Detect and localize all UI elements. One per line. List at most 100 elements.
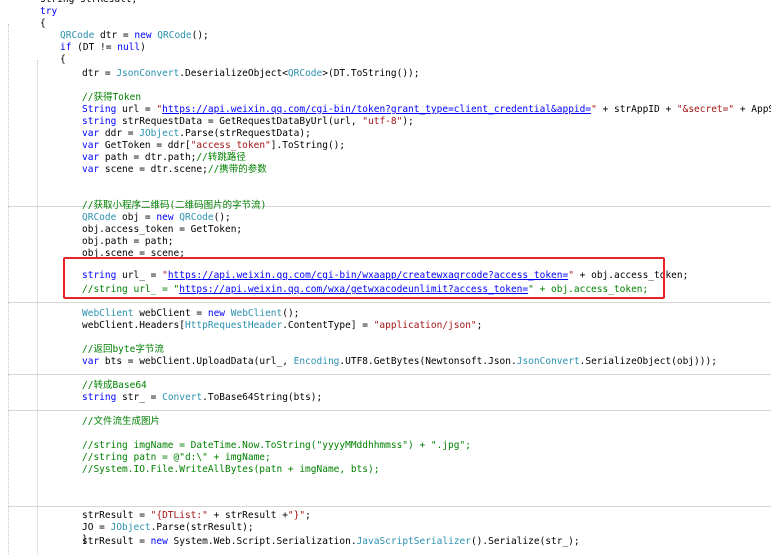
code-line: JO = JObject.Parse(strResult); (82, 522, 254, 534)
code-token: strResult = (82, 536, 151, 547)
code-token: scene = dtr.scene; (99, 164, 208, 175)
code-token: "utf-8" (362, 116, 403, 127)
code-line: var scene = dtr.scene;//携带的参数 (82, 164, 267, 176)
code-token: str_ = (116, 392, 163, 403)
code-token: //转成Base64 (82, 380, 147, 391)
code-token: //转跳路径 (196, 152, 246, 163)
code-token: //携带的参数 (207, 164, 267, 175)
code-line: //string patn = @"d:\" + imgName; (82, 452, 271, 464)
code-token: string (82, 116, 117, 127)
code-token: "{DTList:" (150, 510, 208, 521)
code-token: null (117, 42, 141, 53)
code-line: //文件流生成图片 (82, 416, 160, 428)
code-token: new (207, 308, 226, 319)
code-token: .ToBase64String(bts); (202, 392, 323, 403)
code-token: obj.path = path; (82, 236, 174, 247)
code-line: obj.path = path; (82, 236, 174, 248)
code-separator (8, 302, 771, 303)
code-token: JsonConvert (116, 68, 180, 79)
code-token: strResult = (82, 510, 151, 521)
code-token: HttpRequestHeader (184, 320, 283, 331)
code-token: url = (116, 104, 157, 115)
code-token: var (82, 128, 100, 139)
code-token: JObject (139, 128, 180, 139)
code-token: ddr = (99, 128, 140, 139)
code-token: try (40, 6, 58, 17)
code-token: Encoding (293, 356, 340, 367)
code-token: string strResult; (40, 0, 137, 5)
code-token: + strAppID + (596, 104, 677, 115)
code-line: var path = dtr.path;//转跳路径 (82, 152, 246, 164)
code-line: //string imgName = DateTime.Now.ToString… (82, 440, 471, 452)
code-token: "&secret=" (676, 104, 735, 115)
code-line: QRCode obj = new QRCode(); (82, 212, 231, 224)
annotation-highlight-box (63, 257, 665, 299)
code-token: WebClient (82, 308, 134, 319)
code-token: .Parse(strResult); (150, 522, 254, 533)
code-token: JavaScriptSerializer (356, 536, 471, 547)
code-token: WebClient (230, 308, 283, 319)
code-token: String (82, 104, 117, 115)
code-line: String url = "https://api.weixin.qq.com/… (82, 104, 771, 116)
code-token: var (82, 164, 100, 175)
code-line: webClient.Headers[HttpRequestHeader.Cont… (82, 320, 482, 332)
code-token: QRCode (287, 68, 323, 79)
code-token: "access_token" (190, 140, 271, 151)
code-token: strRequestData = GetRequestDataByUrl(url… (116, 116, 363, 127)
code-token: //string patn = @"d:\" + imgName; (82, 452, 271, 463)
code-line: string str_ = Convert.ToBase64String(bts… (82, 392, 322, 404)
code-line: try (40, 6, 57, 18)
code-token: path = dtr.path; (99, 152, 197, 163)
code-token: string (82, 392, 117, 403)
code-token: } (82, 534, 88, 545)
code-token: webClient = (133, 308, 208, 319)
code-token: webClient.Headers[ (82, 320, 185, 331)
code-token: GetToken = ddr[ (99, 140, 191, 151)
code-separator (8, 506, 771, 507)
code-token: + AppSecret; (739, 104, 771, 115)
code-token: + strResult + (207, 510, 288, 521)
code-token: "application/json" (373, 320, 477, 331)
code-token: //获得Token (82, 92, 142, 103)
code-line: { (40, 18, 46, 30)
code-token: bts = webClient.UploadData(url_, (99, 356, 294, 367)
code-line: WebClient webClient = new WebClient(); (82, 308, 299, 320)
code-line: dtr = JsonConvert.DeserializeObject<QRCo… (82, 68, 419, 80)
code-token: JsonConvert (516, 356, 580, 367)
code-separator (8, 410, 771, 411)
code-token: (); (191, 30, 209, 41)
code-token: System.Web.Script.Serialization. (167, 536, 357, 547)
code-line: //获取小程序二维码(二维码图片的字节流) (82, 200, 266, 212)
code-line: //返回byte字节流 (82, 344, 164, 356)
code-token: .Parse(strRequestData); (179, 128, 311, 139)
code-token: JO = (82, 522, 111, 533)
code-line: { (60, 54, 66, 66)
code-editor[interactable]: string strResult;try{QRCode dtr = new QR… (0, 0, 771, 556)
code-line: strResult = "{DTList:" + strResult +"}"; (82, 510, 311, 522)
code-token: (); (213, 212, 231, 223)
code-line: var bts = webClient.UploadData(url_, Enc… (82, 356, 717, 368)
code-token: { (60, 54, 66, 65)
code-token: if (60, 42, 72, 53)
code-token: .UTF8.GetBytes(Newtonsoft.Json. (339, 356, 517, 367)
code-token: "}" (287, 510, 306, 521)
code-token: QRCode (179, 212, 214, 223)
code-line: //System.IO.File.WriteAllBytes(patn + im… (82, 464, 379, 476)
code-token: //返回byte字节流 (82, 344, 164, 355)
code-line: if (DT != null) (60, 42, 146, 54)
code-separator (8, 374, 771, 375)
brace-guide-inner (37, 60, 38, 554)
code-line: string strRequestData = GetRequestDataBy… (82, 116, 414, 128)
code-token: //文件流生成图片 (82, 416, 160, 427)
code-token: QRCode (60, 30, 95, 41)
code-line: var ddr = JObject.Parse(strRequestData); (82, 128, 311, 140)
code-token: .SerializeObject(obj))); (579, 356, 717, 367)
code-token: JObject (110, 522, 151, 533)
code-token: dtr = (82, 68, 117, 79)
code-token: ); (402, 116, 414, 127)
code-token: ; (476, 320, 483, 331)
code-token: Convert (162, 392, 203, 403)
code-token: var (82, 152, 100, 163)
code-token: var (82, 356, 100, 367)
code-token: >(DT.ToString()); (322, 68, 420, 79)
